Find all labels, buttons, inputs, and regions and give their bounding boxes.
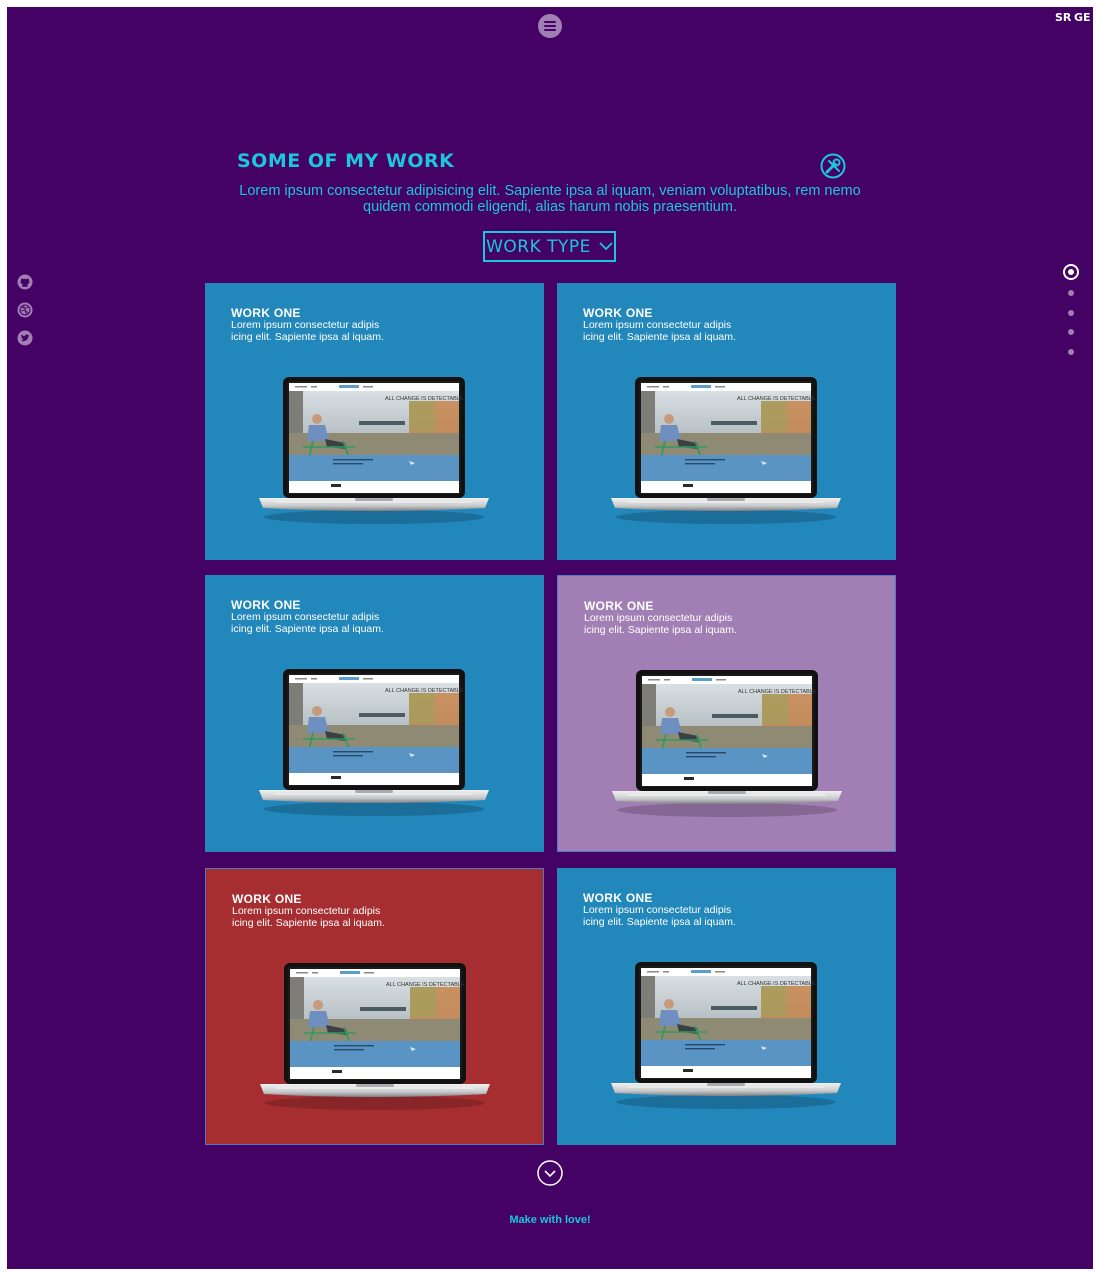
laptop-mockup-image: ALL CHANGE IS DETECTABLE — [611, 377, 841, 527]
laptop-mockup-image: ALL CHANGE IS DETECTABLE — [612, 670, 842, 820]
work-card[interactable]: WORK ONE Lorem ipsum consectetur adipis i… — [557, 575, 896, 852]
nav-dot[interactable] — [1068, 349, 1074, 355]
nav-dot-active[interactable] — [1063, 264, 1079, 280]
work-card[interactable]: WORK ONE Lorem ipsum consectetur adipis i… — [205, 575, 544, 852]
work-card-description: Lorem ipsum consectetur adipis icing eli… — [232, 905, 385, 929]
work-card[interactable]: WORK ONE Lorem ipsum consectetur adipis i… — [205, 868, 544, 1145]
hamburger-icon[interactable] — [538, 14, 562, 38]
work-card-title: WORK ONE — [232, 892, 302, 906]
work-card-description: Lorem ipsum consectetur adipis icing eli… — [231, 611, 384, 635]
work-card-title: WORK ONE — [231, 598, 301, 612]
language-ge[interactable]: GE — [1074, 11, 1091, 24]
laptop-screen-text: ALL CHANGE IS DETECTABLE — [738, 689, 817, 695]
dribbble-icon[interactable] — [17, 302, 33, 318]
work-card-title: WORK ONE — [231, 306, 301, 320]
laptop-mockup-image: ALL CHANGE IS DETECTABLE — [611, 962, 841, 1112]
language-sr[interactable]: SR — [1055, 11, 1071, 24]
nav-dot[interactable] — [1068, 290, 1074, 296]
laptop-screen-text: ALL CHANGE IS DETECTABLE — [737, 981, 816, 987]
laptop-screen-text: ALL CHANGE IS DETECTABLE — [385, 688, 464, 694]
work-card-description: Lorem ipsum consectetur adipis icing eli… — [584, 612, 737, 636]
laptop-screen-text: ALL CHANGE IS DETECTABLE — [386, 982, 465, 988]
twitter-icon[interactable] — [17, 330, 33, 346]
laptop-mockup-image: ALL CHANGE IS DETECTABLE — [259, 377, 489, 527]
nav-dot[interactable] — [1068, 310, 1074, 316]
chevron-down-icon — [599, 242, 613, 251]
work-card[interactable]: WORK ONE Lorem ipsum consectetur adipis i… — [557, 868, 896, 1145]
work-card-description: Lorem ipsum consectetur adipis icing eli… — [583, 904, 736, 928]
work-card-title: WORK ONE — [583, 891, 653, 905]
laptop-screen-text: ALL CHANGE IS DETECTABLE — [737, 396, 816, 402]
laptop-mockup-image: ALL CHANGE IS DETECTABLE — [259, 669, 489, 819]
work-card-title: WORK ONE — [584, 599, 654, 613]
footer-note: Make with love! — [509, 1214, 591, 1226]
work-type-label: WORK TYPE — [486, 236, 591, 257]
work-card-description: Lorem ipsum consectetur adipis icing eli… — [231, 319, 384, 343]
work-card-description: Lorem ipsum consectetur adipis icing eli… — [583, 319, 736, 343]
section-title: SOME OF MY WORK — [237, 150, 455, 172]
laptop-screen-text: ALL CHANGE IS DETECTABLE — [385, 396, 464, 402]
work-card[interactable]: WORK ONE Lorem ipsum consectetur adipis i… — [205, 283, 544, 560]
work-card-title: WORK ONE — [583, 306, 653, 320]
laptop-mockup-image: ALL CHANGE IS DETECTABLE — [260, 963, 490, 1113]
github-icon[interactable] — [17, 274, 33, 290]
chevron-circle-down-icon[interactable] — [537, 1160, 563, 1186]
work-card[interactable]: WORK ONE Lorem ipsum consectetur adipis i… — [557, 283, 896, 560]
work-type-dropdown[interactable]: WORK TYPE — [483, 231, 616, 262]
nav-dot[interactable] — [1068, 329, 1074, 335]
tools-icon — [820, 153, 846, 179]
section-intro: Lorem ipsum consectetur adipisicing elit… — [239, 183, 861, 215]
